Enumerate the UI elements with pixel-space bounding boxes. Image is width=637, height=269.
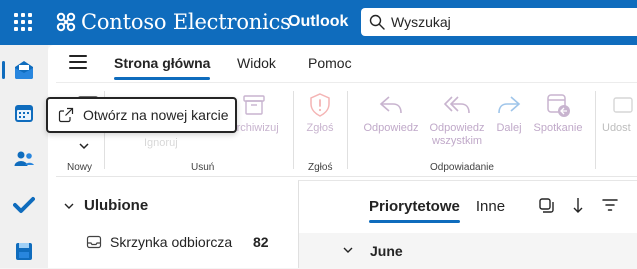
main-panel: Strona główna Widok Pomoc Nowy Ignoruj A… [48,45,637,269]
tab-other[interactable]: Inne [476,198,505,215]
ribbon-tabs: Strona główna Widok Pomoc [48,45,637,81]
people-icon [14,151,34,166]
favorites-header[interactable]: Ulubione [64,197,148,214]
rail-calendar[interactable] [8,97,40,129]
message-group-header[interactable]: June [299,233,637,269]
folder-inbox[interactable]: Skrzynka odbiorcza 82 [86,234,286,250]
group-title: June [370,243,403,259]
share-icon [613,97,633,113]
top-bar: Contoso Electronics Outlook [0,0,637,45]
reply-label: Odpowiedz [363,122,419,134]
menu-icon[interactable] [69,55,87,69]
rail-mail[interactable] [2,54,40,86]
open-new-tab-icon [58,107,74,123]
report-button[interactable]: Zgłoś [302,92,338,135]
inbox-icon [86,235,102,249]
divider [293,91,294,169]
mail-icon [15,61,33,79]
meeting-reply-icon [547,94,570,117]
group-label-delete: Usuń [191,162,215,173]
tab-view[interactable]: Widok [237,55,276,71]
tab-focused[interactable]: Priorytetowe [369,198,460,223]
open-in-new-tab-tooltip[interactable]: Otwórz na nowej karcie [46,97,237,133]
meeting-button[interactable]: Spotkanie [530,92,586,135]
share-label: Udost [602,122,631,134]
search-icon [369,14,385,30]
forward-icon [498,96,521,114]
save-icon [16,243,32,260]
inbox-label: Skrzynka odbiorcza [110,234,233,250]
brand-logo[interactable]: Contoso Electronics [55,8,291,36]
group-label-report: Zgłoś [308,162,333,173]
archive-icon [243,95,265,115]
meeting-label: Spotkanie [533,122,583,134]
tooltip-text: Otwórz na nowej karcie [83,107,229,123]
app-name[interactable]: Outlook [288,13,348,31]
report-label: Zgłoś [306,122,334,134]
focused-other-tabs: Priorytetowe Inne [369,198,505,223]
search-input[interactable] [391,14,591,30]
rail-files[interactable] [8,235,40,267]
contoso-logo-icon [56,12,76,32]
rail-todo[interactable] [8,189,40,221]
reply-all-icon [443,96,470,114]
app-rail [0,45,48,268]
chevron-down-icon [343,247,353,253]
tab-home[interactable]: Strona główna [114,55,211,80]
rail-people[interactable] [8,143,40,175]
filter-icon[interactable] [601,196,619,214]
reply-icon [379,96,402,114]
chevron-down-icon[interactable] [78,141,90,151]
ignore-button[interactable]: Ignoruj [144,137,178,149]
reply-all-label-line1: Odpowiedz [429,122,485,134]
calendar-icon [15,105,33,122]
group-label-new: Nowy [67,162,93,173]
favorites-title: Ulubione [84,197,149,214]
sort-icon[interactable] [569,196,587,214]
forward-button[interactable]: Dalej [491,92,527,135]
share-button[interactable]: Udost [602,92,637,135]
reply-button[interactable]: Odpowiedz [358,92,424,135]
reply-all-label-line2: wszystkim [431,135,483,147]
chevron-down-icon [64,203,74,209]
divider [595,91,596,169]
checkmark-icon [13,197,35,213]
group-label-respond: Odpowiadanie [430,162,494,173]
shield-warning-icon [310,93,330,117]
select-icon[interactable] [537,196,555,214]
folder-pane: Ulubione Skrzynka odbiorcza 82 [48,177,298,268]
list-tools [537,196,619,214]
app-launcher-icon[interactable] [12,11,34,33]
reply-all-button[interactable]: Odpowiedz wszystkim [424,92,490,148]
tab-help[interactable]: Pomoc [308,55,352,71]
message-list: Priorytetowe Inne June [298,180,637,269]
search-box[interactable] [361,8,637,36]
brand-name: Contoso Electronics [81,10,291,34]
divider [347,91,348,169]
forward-label: Dalej [496,122,522,134]
unread-count: 82 [253,234,269,250]
